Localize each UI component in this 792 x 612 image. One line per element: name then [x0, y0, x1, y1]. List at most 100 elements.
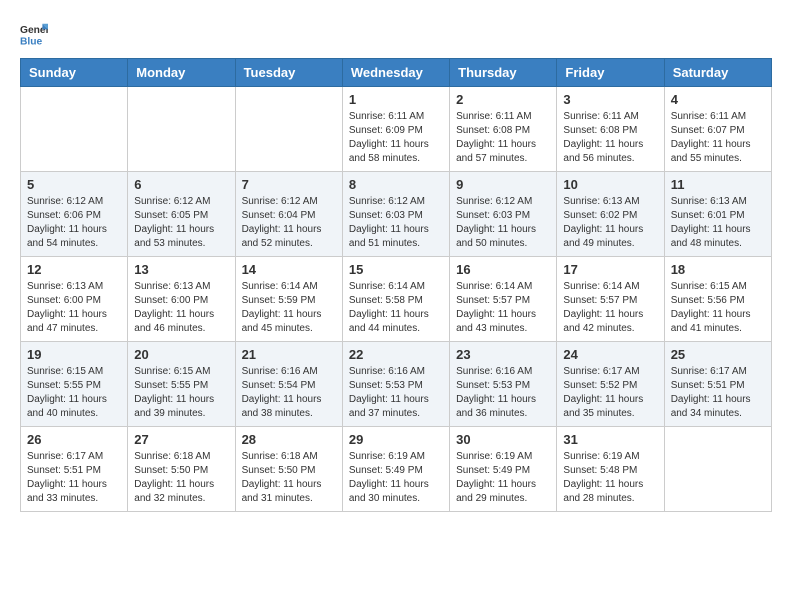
day-info: Sunrise: 6:11 AM Sunset: 6:08 PM Dayligh… [456, 110, 550, 166]
day-info: Sunrise: 6:11 AM Sunset: 6:09 PM Dayligh… [349, 110, 443, 166]
day-info: Sunrise: 6:12 AM Sunset: 6:04 PM Dayligh… [242, 195, 336, 251]
day-info: Sunrise: 6:19 AM Sunset: 5:48 PM Dayligh… [563, 450, 657, 506]
calendar-week-row: 19 Sunrise: 6:15 AM Sunset: 5:55 PM Dayli… [21, 342, 772, 427]
day-number: 7 [242, 177, 336, 192]
day-info: Sunrise: 6:17 AM Sunset: 5:51 PM Dayligh… [671, 365, 765, 421]
day-info: Sunrise: 6:17 AM Sunset: 5:51 PM Dayligh… [27, 450, 121, 506]
day-info: Sunrise: 6:16 AM Sunset: 5:53 PM Dayligh… [456, 365, 550, 421]
day-number: 24 [563, 347, 657, 362]
day-number: 14 [242, 262, 336, 277]
day-number: 3 [563, 92, 657, 107]
column-header-thursday: Thursday [450, 59, 557, 87]
day-number: 10 [563, 177, 657, 192]
day-number: 6 [134, 177, 228, 192]
calendar-cell: 11 Sunrise: 6:13 AM Sunset: 6:01 PM Dayli… [664, 172, 771, 257]
day-info: Sunrise: 6:15 AM Sunset: 5:55 PM Dayligh… [27, 365, 121, 421]
calendar-cell: 17 Sunrise: 6:14 AM Sunset: 5:57 PM Dayli… [557, 257, 664, 342]
day-info: Sunrise: 6:11 AM Sunset: 6:07 PM Dayligh… [671, 110, 765, 166]
calendar-cell: 15 Sunrise: 6:14 AM Sunset: 5:58 PM Dayli… [342, 257, 449, 342]
calendar-cell: 14 Sunrise: 6:14 AM Sunset: 5:59 PM Dayli… [235, 257, 342, 342]
calendar-cell: 13Sunrise: 6:13 AM Sunset: 6:00 PM Dayli… [128, 257, 235, 342]
column-header-sunday: Sunday [21, 59, 128, 87]
day-number: 11 [671, 177, 765, 192]
day-info: Sunrise: 6:12 AM Sunset: 6:03 PM Dayligh… [456, 195, 550, 251]
calendar-week-row: 1Sunrise: 6:11 AM Sunset: 6:09 PM Daylig… [21, 87, 772, 172]
calendar-cell: 1Sunrise: 6:11 AM Sunset: 6:09 PM Daylig… [342, 87, 449, 172]
day-number: 21 [242, 347, 336, 362]
calendar-cell [235, 87, 342, 172]
calendar-cell: 9 Sunrise: 6:12 AM Sunset: 6:03 PM Daylig… [450, 172, 557, 257]
column-header-friday: Friday [557, 59, 664, 87]
day-number: 29 [349, 432, 443, 447]
day-number: 15 [349, 262, 443, 277]
day-info: Sunrise: 6:16 AM Sunset: 5:54 PM Dayligh… [242, 365, 336, 421]
calendar-cell: 10 Sunrise: 6:13 AM Sunset: 6:02 PM Dayli… [557, 172, 664, 257]
day-info: Sunrise: 6:12 AM Sunset: 6:06 PM Dayligh… [27, 195, 121, 251]
calendar-cell: 6Sunrise: 6:12 AM Sunset: 6:05 PM Daylig… [128, 172, 235, 257]
calendar-week-row: 12Sunrise: 6:13 AM Sunset: 6:00 PM Dayli… [21, 257, 772, 342]
calendar-cell: 27 Sunrise: 6:18 AM Sunset: 5:50 PM Dayli… [128, 427, 235, 512]
day-number: 27 [134, 432, 228, 447]
day-number: 31 [563, 432, 657, 447]
day-number: 26 [27, 432, 121, 447]
day-number: 16 [456, 262, 550, 277]
day-number: 20 [134, 347, 228, 362]
calendar-header-row: SundayMondayTuesdayWednesdayThursdayFrid… [21, 59, 772, 87]
day-info: Sunrise: 6:19 AM Sunset: 5:49 PM Dayligh… [349, 450, 443, 506]
logo-icon: General Blue [20, 20, 48, 48]
calendar-table: SundayMondayTuesdayWednesdayThursdayFrid… [20, 58, 772, 512]
calendar-cell: 22 Sunrise: 6:16 AM Sunset: 5:53 PM Dayli… [342, 342, 449, 427]
day-info: Sunrise: 6:18 AM Sunset: 5:50 PM Dayligh… [242, 450, 336, 506]
column-header-tuesday: Tuesday [235, 59, 342, 87]
calendar-cell [128, 87, 235, 172]
calendar-cell: 24 Sunrise: 6:17 AM Sunset: 5:52 PM Dayli… [557, 342, 664, 427]
calendar-cell: 3Sunrise: 6:11 AM Sunset: 6:08 PM Daylig… [557, 87, 664, 172]
calendar-cell: 2 Sunrise: 6:11 AM Sunset: 6:08 PM Daylig… [450, 87, 557, 172]
day-number: 13 [134, 262, 228, 277]
column-header-monday: Monday [128, 59, 235, 87]
calendar-cell: 16 Sunrise: 6:14 AM Sunset: 5:57 PM Dayli… [450, 257, 557, 342]
calendar-cell: 8Sunrise: 6:12 AM Sunset: 6:03 PM Daylig… [342, 172, 449, 257]
day-number: 28 [242, 432, 336, 447]
calendar-week-row: 5 Sunrise: 6:12 AM Sunset: 6:06 PM Daylig… [21, 172, 772, 257]
day-number: 4 [671, 92, 765, 107]
calendar-cell: 7 Sunrise: 6:12 AM Sunset: 6:04 PM Daylig… [235, 172, 342, 257]
day-info: Sunrise: 6:14 AM Sunset: 5:57 PM Dayligh… [563, 280, 657, 336]
calendar-cell: 4 Sunrise: 6:11 AM Sunset: 6:07 PM Daylig… [664, 87, 771, 172]
day-info: Sunrise: 6:14 AM Sunset: 5:59 PM Dayligh… [242, 280, 336, 336]
day-info: Sunrise: 6:15 AM Sunset: 5:56 PM Dayligh… [671, 280, 765, 336]
calendar-cell: 20 Sunrise: 6:15 AM Sunset: 5:55 PM Dayli… [128, 342, 235, 427]
day-number: 18 [671, 262, 765, 277]
calendar-week-row: 26 Sunrise: 6:17 AM Sunset: 5:51 PM Dayli… [21, 427, 772, 512]
calendar-cell: 18 Sunrise: 6:15 AM Sunset: 5:56 PM Dayli… [664, 257, 771, 342]
day-number: 23 [456, 347, 550, 362]
calendar-cell: 19 Sunrise: 6:15 AM Sunset: 5:55 PM Dayli… [21, 342, 128, 427]
day-number: 9 [456, 177, 550, 192]
calendar-cell: 25 Sunrise: 6:17 AM Sunset: 5:51 PM Dayli… [664, 342, 771, 427]
calendar-cell: 31 Sunrise: 6:19 AM Sunset: 5:48 PM Dayli… [557, 427, 664, 512]
calendar-cell: 12Sunrise: 6:13 AM Sunset: 6:00 PM Dayli… [21, 257, 128, 342]
calendar-cell: 23 Sunrise: 6:16 AM Sunset: 5:53 PM Dayli… [450, 342, 557, 427]
day-number: 2 [456, 92, 550, 107]
column-header-wednesday: Wednesday [342, 59, 449, 87]
day-info: Sunrise: 6:17 AM Sunset: 5:52 PM Dayligh… [563, 365, 657, 421]
day-number: 22 [349, 347, 443, 362]
calendar-cell: 30Sunrise: 6:19 AM Sunset: 5:49 PM Dayli… [450, 427, 557, 512]
day-number: 12 [27, 262, 121, 277]
day-number: 25 [671, 347, 765, 362]
day-number: 19 [27, 347, 121, 362]
calendar-cell: 28 Sunrise: 6:18 AM Sunset: 5:50 PM Dayli… [235, 427, 342, 512]
day-info: Sunrise: 6:13 AM Sunset: 6:01 PM Dayligh… [671, 195, 765, 251]
day-info: Sunrise: 6:15 AM Sunset: 5:55 PM Dayligh… [134, 365, 228, 421]
day-number: 17 [563, 262, 657, 277]
day-info: Sunrise: 6:18 AM Sunset: 5:50 PM Dayligh… [134, 450, 228, 506]
day-info: Sunrise: 6:16 AM Sunset: 5:53 PM Dayligh… [349, 365, 443, 421]
day-info: Sunrise: 6:13 AM Sunset: 6:02 PM Dayligh… [563, 195, 657, 251]
day-info: Sunrise: 6:14 AM Sunset: 5:58 PM Dayligh… [349, 280, 443, 336]
calendar-cell: 29 Sunrise: 6:19 AM Sunset: 5:49 PM Dayli… [342, 427, 449, 512]
svg-text:Blue: Blue [20, 36, 43, 47]
calendar-cell: 21 Sunrise: 6:16 AM Sunset: 5:54 PM Dayli… [235, 342, 342, 427]
day-info: Sunrise: 6:14 AM Sunset: 5:57 PM Dayligh… [456, 280, 550, 336]
day-number: 5 [27, 177, 121, 192]
calendar-cell [664, 427, 771, 512]
